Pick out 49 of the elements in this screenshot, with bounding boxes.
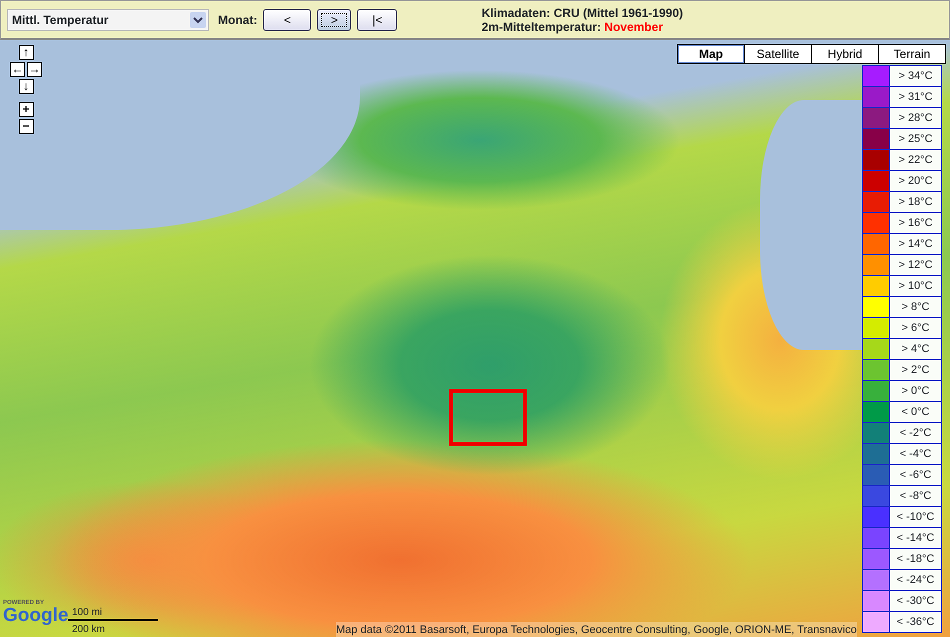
map-type-tab[interactable]: Map (678, 45, 744, 63)
legend-label: > 22°C (890, 150, 941, 170)
legend-label: < -18°C (890, 549, 941, 569)
scale-label: 100 mi (72, 606, 102, 620)
info-label: 2m-Mitteltemperatur: (482, 20, 602, 34)
attribution-text: Map data ©2011 Basarsoft, Europa Technologies, Geocentre Consulting, Google, ORION-ME, Transnavico (336, 622, 857, 637)
legend-label: > 12°C (890, 255, 941, 275)
legend-label: > 0°C (890, 381, 941, 401)
map-type-tab[interactable]: Hybrid (812, 45, 878, 63)
legend-label: < -2°C (890, 423, 941, 443)
legend-label: < -14°C (890, 528, 941, 548)
legend-label: < -6°C (890, 465, 941, 485)
month-name: November (604, 20, 663, 34)
legend-label: > 34°C (890, 66, 941, 86)
legend-label: > 28°C (890, 108, 941, 128)
month-button[interactable]: |< (357, 8, 398, 30)
legend-label: < -4°C (890, 444, 941, 464)
zoom-button[interactable]: + (18, 102, 34, 117)
legend-label: > 25°C (890, 129, 941, 149)
legend-label: > 20°C (890, 171, 941, 191)
legend-label: > 14°C (890, 234, 941, 254)
map-drawing[interactable] (0, 40, 950, 637)
legend-label: < -10°C (890, 507, 941, 527)
legend-label: < 0°C (890, 402, 941, 422)
legend-label: > 6°C (890, 318, 941, 338)
month-button[interactable]: > (317, 8, 352, 30)
legend-label: > 4°C (890, 339, 941, 359)
scale-label: 200 km (72, 623, 105, 637)
map-type-tab[interactable]: Satellite (745, 45, 811, 63)
month-label: Monat: (218, 12, 258, 28)
legend-label: > 10°C (890, 276, 941, 296)
legend-label: < -8°C (890, 486, 941, 506)
month-button[interactable]: < (263, 8, 312, 30)
pan-button[interactable]: → (27, 62, 42, 77)
legend-label: > 18°C (890, 192, 941, 212)
legend-label: < -30°C (890, 591, 941, 611)
legend-label: > 8°C (890, 297, 941, 317)
legend-label: < -36°C (890, 612, 941, 632)
pan-button[interactable]: ↑ (18, 45, 34, 60)
legend-label: > 31°C (890, 87, 941, 107)
legend-label: > 2°C (890, 360, 941, 380)
zoom-button[interactable]: − (18, 119, 34, 134)
pan-button[interactable]: ↓ (18, 79, 34, 94)
layer-select[interactable]: Mittl. Temperatur (7, 8, 209, 30)
pan-button[interactable]: ← (10, 62, 25, 77)
legend-label: < -24°C (890, 570, 941, 590)
legend-label: > 16°C (890, 213, 941, 233)
map-type-tab[interactable]: Terrain (879, 45, 945, 63)
info-title: Klimadaten: CRU (Mittel 1961-1990) (482, 6, 683, 20)
